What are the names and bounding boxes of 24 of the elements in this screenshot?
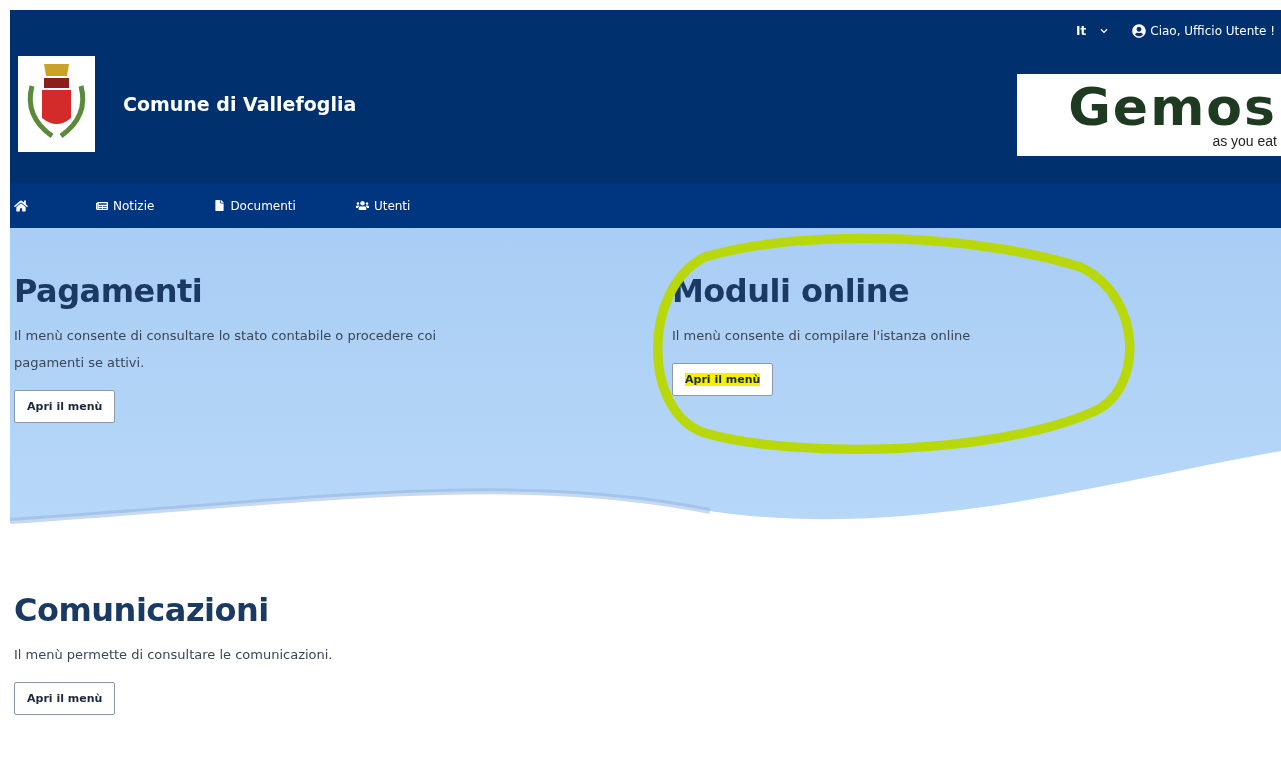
nav-link[interactable]: Utenti — [355, 198, 411, 213]
users-icon — [355, 199, 369, 212]
nav-link[interactable]: Documenti — [214, 198, 296, 213]
home-icon — [14, 198, 28, 213]
section-description: Il menù consente di compilare l'istanza online — [672, 327, 972, 345]
document-icon — [214, 200, 226, 211]
nav-link[interactable]: Notizie — [96, 198, 155, 213]
section-heading: Moduli online — [672, 272, 911, 310]
section-description: Il menù consente di consultare lo stato contabile o procedere coi pagamenti se attivi. — [14, 327, 438, 372]
section-heading: Pagamenti — [14, 272, 204, 310]
open-menu-button[interactable]: Apri il menù — [14, 390, 116, 423]
site-title: Comune di Vallefoglia — [123, 93, 357, 115]
chevron-down-icon — [1100, 27, 1109, 35]
open-menu-button[interactable]: Apri il menù — [672, 363, 774, 396]
logo-tagline: as you eat — [1212, 133, 1277, 149]
newspaper-icon — [96, 199, 108, 212]
logo-wordmark: Gemos — [1068, 81, 1277, 133]
user-menu-link[interactable]: Ciao, Ufficio Utente ! — [1132, 24, 1275, 38]
user-icon — [1132, 24, 1147, 38]
section-heading: Comunicazioni — [14, 591, 270, 629]
section-description: Il menù permette di consultare le comunicazioni. — [14, 646, 334, 664]
language-selector[interactable]: It — [1076, 24, 1109, 38]
home-link[interactable] — [14, 198, 28, 213]
open-menu-button[interactable]: Apri il menù — [14, 682, 116, 715]
